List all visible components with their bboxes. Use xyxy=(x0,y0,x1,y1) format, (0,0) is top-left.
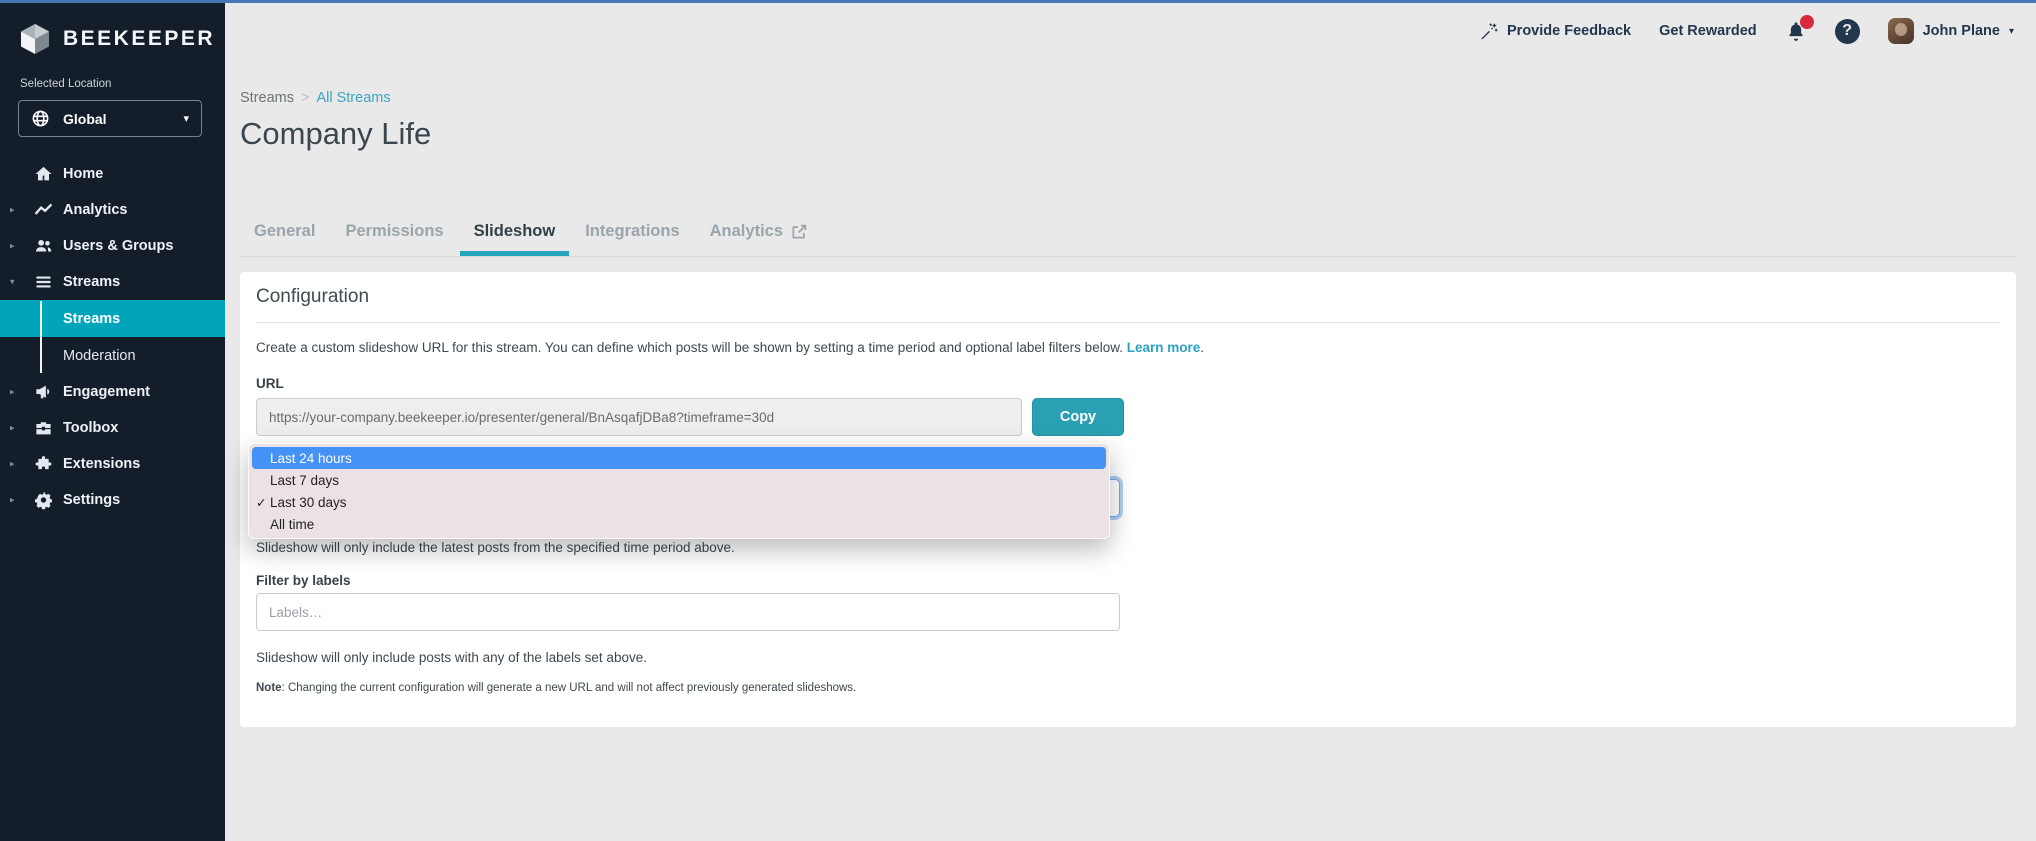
caret-down-icon: ▾ xyxy=(2008,25,2014,37)
selected-location-label: Selected Location xyxy=(20,78,112,90)
get-rewarded-link[interactable]: Get Rewarded xyxy=(1659,23,1757,39)
section-divider xyxy=(256,322,2000,323)
sidebar-item-engagement[interactable]: ▸ Engagement xyxy=(0,374,225,410)
streams-icon xyxy=(34,273,53,292)
configuration-description: Create a custom slideshow URL for this s… xyxy=(256,340,1205,355)
gear-icon xyxy=(34,491,53,510)
provide-feedback-label: Provide Feedback xyxy=(1507,23,1632,39)
sidebar-nav: Home ▸ Analytics ▸ Users & Groups ▾ Stre… xyxy=(0,156,225,518)
user-name: John Plane xyxy=(1922,23,2000,39)
note-text: Note: Changing the current configuration… xyxy=(256,682,857,694)
puzzle-icon xyxy=(34,455,53,474)
chevron-down-icon: ▾ xyxy=(183,113,189,125)
filter-by-labels-label: Filter by labels xyxy=(256,573,351,588)
sidebar-item-extensions[interactable]: ▸ Extensions xyxy=(0,446,225,482)
sidebar-item-toolbox[interactable]: ▸ Toolbox xyxy=(0,410,225,446)
avatar xyxy=(1887,18,1914,44)
caret-right-icon: ▸ xyxy=(10,494,15,505)
time-period-dropdown-menu: Last 24 hours Last 7 days ✓ Last 30 days… xyxy=(248,443,1110,539)
breadcrumb-parent: Streams xyxy=(240,90,294,106)
sidebar: BEEKEEPER Selected Location Global ▾ Hom… xyxy=(0,0,225,841)
toolbox-icon xyxy=(34,419,53,438)
home-icon xyxy=(34,165,53,184)
analytics-icon xyxy=(34,201,53,220)
header-actions: Provide Feedback Get Rewarded ? John Pla… xyxy=(1479,3,2014,59)
streams-submenu: Streams Moderation xyxy=(0,300,225,374)
tab-bar: General Permissions Slideshow Integratio… xyxy=(240,210,822,256)
external-link-icon xyxy=(792,224,807,238)
users-icon xyxy=(34,237,53,256)
option-last-24-hours[interactable]: Last 24 hours xyxy=(252,447,1106,469)
brand-logo: BEEKEEPER xyxy=(18,22,215,56)
breadcrumb-separator: > xyxy=(301,90,310,106)
caret-right-icon: ▸ xyxy=(10,386,15,397)
sidebar-item-settings[interactable]: ▸ Settings xyxy=(0,482,225,518)
labels-help-text: Slideshow will only include posts with a… xyxy=(256,650,647,665)
breadcrumb-current-link[interactable]: All Streams xyxy=(316,90,390,106)
location-value: Global xyxy=(63,110,107,127)
option-last-7-days[interactable]: Last 7 days xyxy=(252,469,1106,491)
tab-bar-border xyxy=(240,256,2016,257)
learn-more-link[interactable]: Learn more xyxy=(1127,340,1201,355)
labels-input[interactable] xyxy=(256,593,1120,631)
option-last-30-days[interactable]: ✓ Last 30 days xyxy=(252,491,1106,513)
tab-permissions[interactable]: Permissions xyxy=(331,210,457,256)
help-button[interactable]: ? xyxy=(1834,18,1860,44)
page-title: Company Life xyxy=(240,116,432,151)
copy-button[interactable]: Copy xyxy=(1032,398,1124,436)
option-all-time[interactable]: All time xyxy=(252,513,1106,535)
submenu-tree-line xyxy=(40,301,42,373)
location-selector[interactable]: Global ▾ xyxy=(18,100,202,137)
breadcrumb: Streams > All Streams xyxy=(240,90,391,106)
brand-name: BEEKEEPER xyxy=(63,27,216,50)
magic-wand-icon xyxy=(1481,22,1498,39)
user-menu[interactable]: John Plane ▾ xyxy=(1887,18,2014,44)
caret-down-icon: ▾ xyxy=(10,276,15,287)
check-icon: ✓ xyxy=(256,495,267,510)
sidebar-subitem-streams[interactable]: Streams xyxy=(0,300,225,337)
time-period-help-text: Slideshow will only include the latest p… xyxy=(256,540,735,555)
note-label: Note xyxy=(256,682,282,694)
caret-right-icon: ▸ xyxy=(10,240,15,251)
question-mark-icon: ? xyxy=(1842,22,1852,39)
caret-right-icon: ▸ xyxy=(10,458,15,469)
beekeeper-hexagon-icon xyxy=(21,24,49,54)
sidebar-item-streams[interactable]: ▾ Streams xyxy=(0,264,225,300)
top-accent-strip xyxy=(0,0,2036,3)
notifications-button[interactable] xyxy=(1785,14,1814,43)
megaphone-icon xyxy=(34,383,53,402)
tab-slideshow[interactable]: Slideshow xyxy=(459,210,570,256)
provide-feedback-link[interactable]: Provide Feedback xyxy=(1479,22,1631,41)
tab-general[interactable]: General xyxy=(240,210,329,256)
sidebar-subitem-moderation[interactable]: Moderation xyxy=(0,337,225,374)
slideshow-url-input[interactable] xyxy=(256,398,1022,436)
url-row: Copy xyxy=(256,398,1124,436)
url-label: URL xyxy=(256,376,284,391)
notification-badge xyxy=(1799,14,1814,29)
sidebar-item-analytics[interactable]: ▸ Analytics xyxy=(0,192,225,228)
caret-right-icon: ▸ xyxy=(10,204,15,215)
globe-icon xyxy=(32,110,49,127)
tab-integrations[interactable]: Integrations xyxy=(571,210,693,256)
tab-analytics[interactable]: Analytics xyxy=(696,210,822,256)
configuration-heading: Configuration xyxy=(256,286,370,307)
sidebar-item-home[interactable]: Home xyxy=(0,156,225,192)
caret-right-icon: ▸ xyxy=(10,422,15,433)
get-rewarded-label: Get Rewarded xyxy=(1659,23,1757,39)
sidebar-item-users-groups[interactable]: ▸ Users & Groups xyxy=(0,228,225,264)
